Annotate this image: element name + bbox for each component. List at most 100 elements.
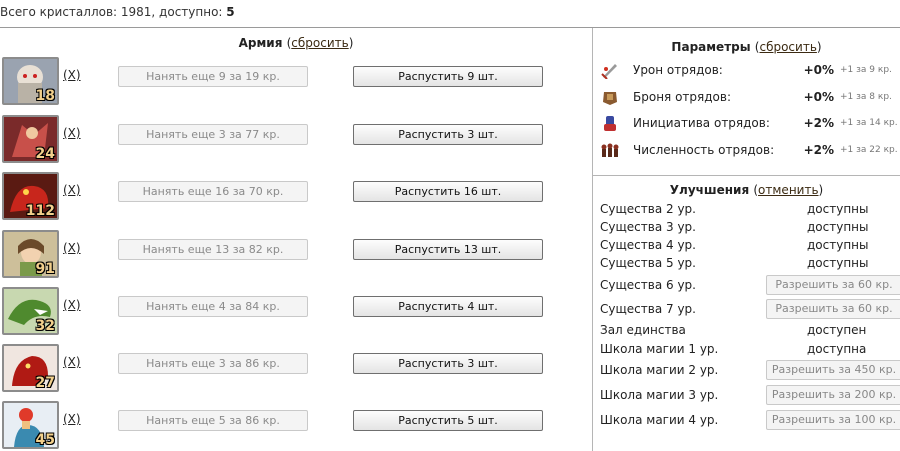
param-value: +0% xyxy=(803,63,834,77)
troops-icon xyxy=(601,143,619,157)
army-row: 91 (X) Нанять еще 13 за 82 кр. Распустит… xyxy=(0,228,592,278)
unit-count: 18 xyxy=(35,88,55,104)
unit-count: 32 xyxy=(35,318,55,334)
unit-portrait: 112 xyxy=(2,172,59,220)
upgrade-label: Существа 2 ур. xyxy=(600,202,696,216)
upgrade-label: Существа 3 ур. xyxy=(600,220,696,234)
unlock-button[interactable]: Разрешить за 450 кр. xyxy=(766,360,900,380)
remove-unit-link[interactable]: (X) xyxy=(63,298,81,312)
unit-count: 91 xyxy=(35,261,55,277)
column-divider xyxy=(592,28,593,451)
unlock-button[interactable]: Разрешить за 100 кр. xyxy=(766,410,900,430)
unit-count: 24 xyxy=(35,146,55,162)
hire-button[interactable]: Нанять еще 3 за 77 кр. xyxy=(118,124,308,145)
dismiss-button[interactable]: Распустить 3 шт. xyxy=(353,124,543,145)
army-reset-link[interactable]: сбросить xyxy=(291,36,348,50)
army-row: 24 (X) Нанять еще 3 за 77 кр. Распустить… xyxy=(0,113,592,163)
remove-unit-link[interactable]: (X) xyxy=(63,68,81,82)
hire-button[interactable]: Нанять еще 4 за 84 кр. xyxy=(118,296,308,317)
top-divider xyxy=(0,27,900,28)
sword-icon xyxy=(601,64,617,79)
crystals-label: Всего кристаллов: 1981, доступно: xyxy=(0,5,223,19)
army-title: Армия (сбросить) xyxy=(0,36,592,50)
hire-button[interactable]: Нанять еще 5 за 86 кр. xyxy=(118,410,308,431)
upgrade-label: Школа магии 1 ур. xyxy=(600,342,719,356)
unit-portrait: 27 xyxy=(2,344,59,392)
remove-unit-link[interactable]: (X) xyxy=(63,412,81,426)
param-label: Численность отрядов: xyxy=(633,143,775,157)
param-cost: +1 за 8 кр. xyxy=(840,92,892,102)
unlock-button[interactable]: Разрешить за 60 кр. xyxy=(766,275,900,295)
upgrade-status: доступна xyxy=(807,342,867,356)
params-title: Параметры (сбросить) xyxy=(593,40,900,54)
upgrade-label: Существа 4 ур. xyxy=(600,238,696,252)
army-title-text: Армия xyxy=(238,36,283,50)
params-title-text: Параметры xyxy=(671,40,751,54)
upgrades-title: Улучшения (отменить) xyxy=(593,183,900,197)
armor-icon xyxy=(603,92,617,105)
upgrade-status: доступны xyxy=(807,220,869,234)
upgrade-label: Школа магии 4 ур. xyxy=(600,413,719,427)
upgrade-label: Школа магии 2 ур. xyxy=(600,363,719,377)
param-value: +2% xyxy=(803,116,834,130)
param-value: +2% xyxy=(803,143,834,157)
army-row: 27 (X) Нанять еще 3 за 86 кр. Распустить… xyxy=(0,342,592,392)
unit-count: 27 xyxy=(35,375,55,391)
dismiss-button[interactable]: Распустить 3 шт. xyxy=(353,353,543,374)
param-row: Броня отрядов: +0% +1 за 8 кр. xyxy=(598,87,900,107)
hire-button[interactable]: Нанять еще 9 за 19 кр. xyxy=(118,66,308,87)
param-row: Инициатива отрядов: +2% +1 за 14 кр. xyxy=(598,113,900,133)
army-reset-close: ) xyxy=(348,36,354,50)
hire-button[interactable]: Нанять еще 16 за 70 кр. xyxy=(118,181,308,202)
upgrade-status: доступны xyxy=(807,202,869,216)
param-cost: +1 за 22 кр. xyxy=(840,145,898,155)
section-divider xyxy=(593,175,900,176)
upgrades-title-text: Улучшения xyxy=(669,183,750,197)
unit-count: 112 xyxy=(25,203,55,219)
remove-unit-link[interactable]: (X) xyxy=(63,355,81,369)
army-row: 32 (X) Нанять еще 4 за 84 кр. Распустить… xyxy=(0,285,592,335)
params-reset-close: ) xyxy=(816,40,822,54)
unlock-button[interactable]: Разрешить за 60 кр. xyxy=(766,299,900,319)
dismiss-button[interactable]: Распустить 16 шт. xyxy=(353,181,543,202)
param-label: Урон отрядов: xyxy=(633,63,723,77)
army-row: 45 (X) Нанять еще 5 за 86 кр. Распустить… xyxy=(0,399,592,449)
dismiss-button[interactable]: Распустить 4 шт. xyxy=(353,296,543,317)
upgrade-label: Существа 7 ур. xyxy=(600,302,696,316)
param-row: Урон отрядов: +0% +1 за 9 кр. xyxy=(598,60,900,80)
initiative-icon xyxy=(604,116,616,131)
unlock-button[interactable]: Разрешить за 200 кр. xyxy=(766,385,900,405)
unit-portrait: 32 xyxy=(2,287,59,335)
upgrades-cancel-close: ) xyxy=(818,183,824,197)
upgrade-label: Школа магии 3 ур. xyxy=(600,388,719,402)
param-cost: +1 за 9 кр. xyxy=(840,65,892,75)
crystals-summary: Всего кристаллов: 1981, доступно: 5 xyxy=(0,5,235,19)
param-cost: +1 за 14 кр. xyxy=(840,118,898,128)
unit-count: 45 xyxy=(35,432,55,448)
army-row: 18 (X) Нанять еще 9 за 19 кр. Распустить… xyxy=(0,55,592,105)
upgrades-cancel-link[interactable]: отменить xyxy=(758,183,818,197)
param-row: Численность отрядов: +2% +1 за 22 кр. xyxy=(598,140,900,160)
remove-unit-link[interactable]: (X) xyxy=(63,126,81,140)
upgrade-label: Существа 5 ур. xyxy=(600,256,696,270)
crystals-available: 5 xyxy=(226,5,235,19)
unit-portrait: 24 xyxy=(2,115,59,163)
param-label: Броня отрядов: xyxy=(633,90,731,104)
unit-portrait: 91 xyxy=(2,230,59,278)
remove-unit-link[interactable]: (X) xyxy=(63,183,81,197)
dismiss-button[interactable]: Распустить 5 шт. xyxy=(353,410,543,431)
unit-portrait: 18 xyxy=(2,57,59,105)
dismiss-button[interactable]: Распустить 13 шт. xyxy=(353,239,543,260)
remove-unit-link[interactable]: (X) xyxy=(63,241,81,255)
param-value: +0% xyxy=(803,90,834,104)
upgrade-label: Существа 6 ур. xyxy=(600,278,696,292)
army-row: 112 (X) Нанять еще 16 за 70 кр. Распусти… xyxy=(0,170,592,220)
upgrade-status: доступны xyxy=(807,256,869,270)
hire-button[interactable]: Нанять еще 3 за 86 кр. xyxy=(118,353,308,374)
params-reset-link[interactable]: сбросить xyxy=(759,40,816,54)
hire-button[interactable]: Нанять еще 13 за 82 кр. xyxy=(118,239,308,260)
dismiss-button[interactable]: Распустить 9 шт. xyxy=(353,66,543,87)
unit-portrait: 45 xyxy=(2,401,59,449)
param-label: Инициатива отрядов: xyxy=(633,116,770,130)
upgrade-status: доступны xyxy=(807,238,869,252)
